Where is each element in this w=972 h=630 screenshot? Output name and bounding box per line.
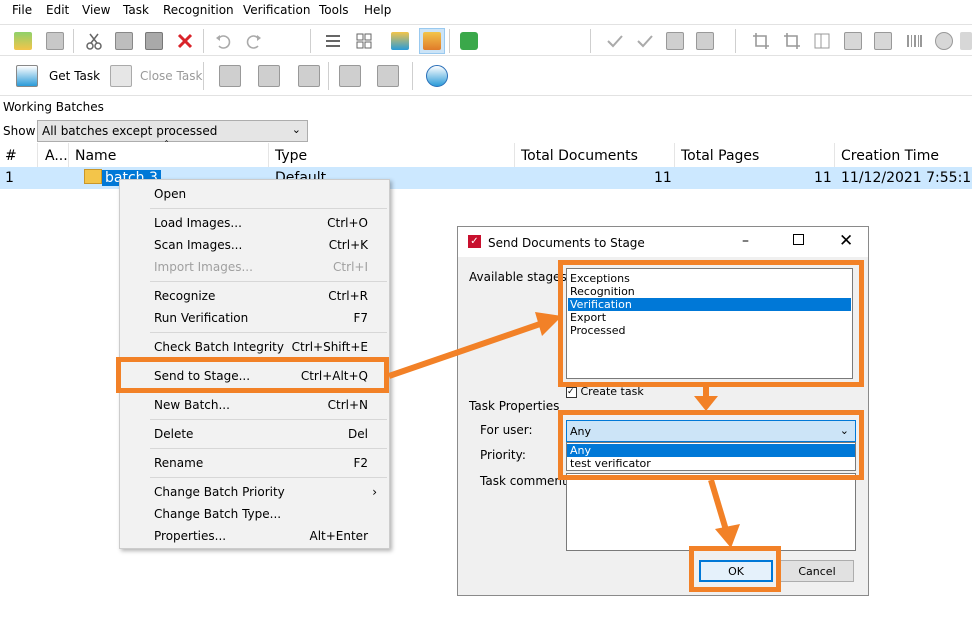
arrowhead-icon xyxy=(715,524,740,548)
arrow-to-ok xyxy=(708,479,729,531)
arrowhead-icon xyxy=(535,312,562,336)
arrowhead-icon xyxy=(694,396,718,411)
annotation-arrows xyxy=(388,312,740,548)
arrow-to-stages xyxy=(388,321,541,379)
